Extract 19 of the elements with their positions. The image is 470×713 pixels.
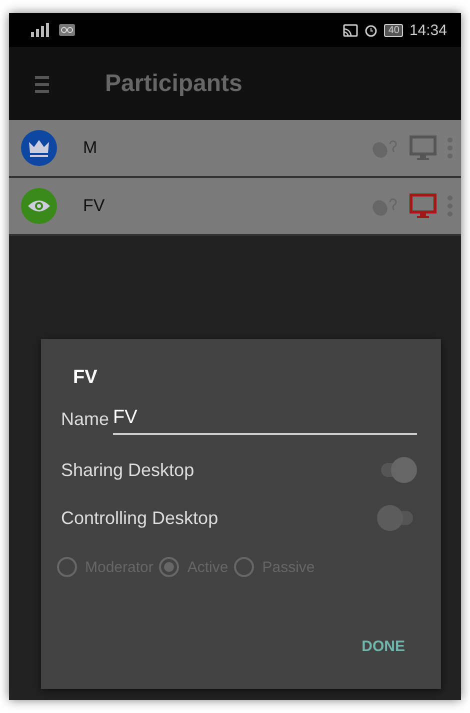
alarm-icon — [364, 23, 378, 37]
participant-row[interactable]: M — [9, 120, 461, 178]
field-label: Name — [61, 409, 110, 431]
screen-title: Participants — [105, 70, 242, 98]
participant-name: FV — [83, 196, 105, 216]
menu-icon[interactable] — [35, 74, 49, 92]
battery-indicator: 40 — [384, 24, 404, 36]
monitor-icon[interactable] — [409, 135, 437, 161]
done-button[interactable]: DONE — [350, 632, 417, 661]
clock-time: 14:34 — [409, 22, 447, 38]
dialog-title: FV — [73, 367, 98, 389]
toggle-label: Sharing Desktop — [61, 460, 194, 480]
cast-icon — [343, 24, 358, 36]
toggle-label: Controlling Desktop — [61, 508, 218, 528]
participant-row[interactable]: FV — [9, 178, 461, 236]
notification-icon — [59, 24, 75, 36]
name-field[interactable]: FV — [113, 407, 417, 435]
monitor-icon[interactable] — [409, 193, 437, 219]
participant-name: M — [83, 138, 98, 158]
